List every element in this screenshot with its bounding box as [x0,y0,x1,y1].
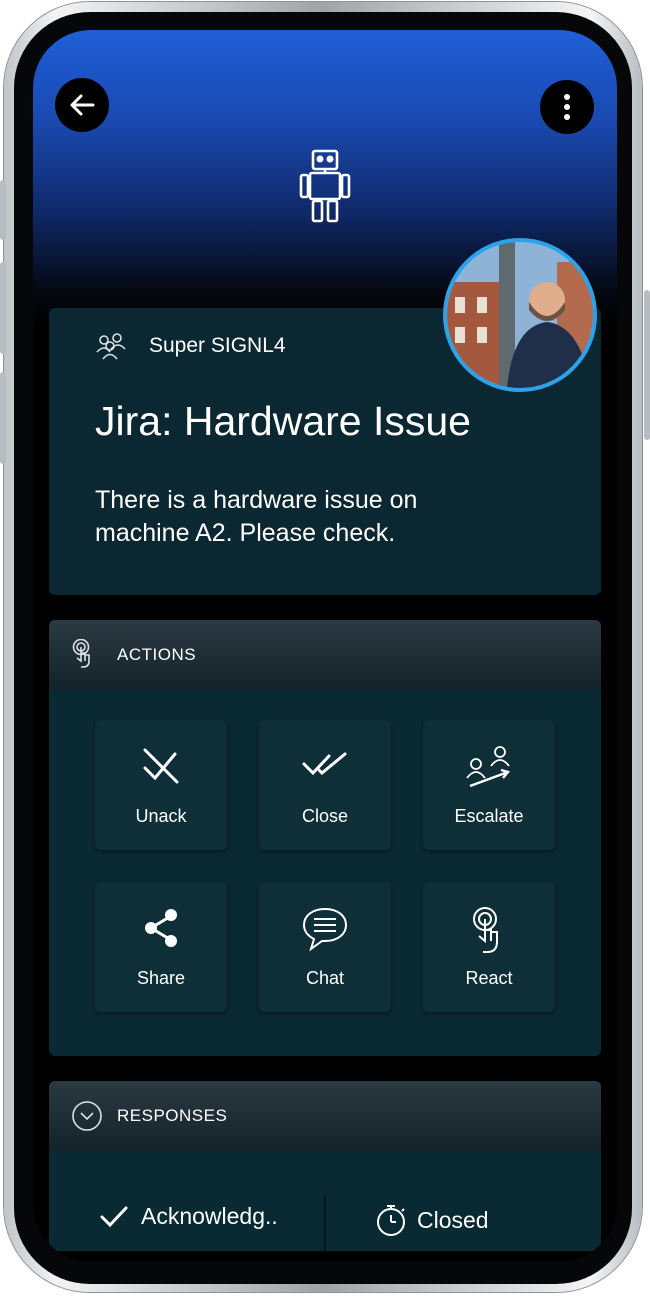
user-avatar[interactable] [443,238,597,392]
escalate-label: Escalate [454,806,524,826]
arrow-left-icon [70,94,95,116]
close-label: Close [301,806,349,826]
side-button [0,180,6,240]
check-icon [100,1206,128,1227]
response-closed-label: Closed [417,1206,489,1233]
escalate-button[interactable]: Escalate [423,720,555,850]
share-icon [145,909,177,947]
side-button [0,372,6,464]
responses-header[interactable]: RESPONSES [49,1081,601,1151]
react-button[interactable]: React [423,882,555,1012]
share-label: Share [136,968,186,988]
responses-heading: RESPONSES [117,1106,228,1125]
stopwatch-icon [377,1205,405,1236]
actions-card: ACTIONS Unack Close Escalate Share Chat … [49,620,601,1056]
double-check-icon [302,752,347,776]
responses-row: Acknowledg.. Closed [49,1193,601,1251]
responses-card: RESPONSES Acknowledg.. Closed [49,1081,601,1251]
divider [324,1195,326,1251]
team-icon [96,333,126,360]
chat-icon [302,907,348,952]
more-menu-button[interactable] [540,80,594,134]
vertical-dots-icon [564,94,570,120]
actions-header: ACTIONS [49,620,601,690]
share-button[interactable]: Share [95,882,227,1012]
alert-description: There is a hardware issue on machine A2.… [95,486,418,547]
side-button [0,262,6,354]
chat-button[interactable]: Chat [259,882,391,1012]
unack-icon [143,748,179,784]
actions-heading: ACTIONS [117,645,197,664]
unack-label: Unack [135,806,187,826]
avatar-photo [447,242,593,388]
chat-label: Chat [305,968,345,988]
response-acknowledged[interactable]: Acknowledg.. [99,1203,278,1230]
escalate-icon [466,746,511,788]
alert-title: Jira: Hardware Issue [95,398,471,444]
team-row: Super SIGNL4 [95,332,286,360]
response-closed[interactable]: Closed [375,1203,489,1237]
response-acknowledged-label: Acknowledg.. [141,1203,278,1229]
touch-icon [72,639,90,668]
back-button[interactable] [55,78,109,132]
side-button [644,290,650,440]
react-label: React [465,968,513,988]
close-button[interactable]: Close [259,720,391,850]
unack-button[interactable]: Unack [95,720,227,850]
app-screen: Super SIGNL4 Jira: Hardware Issue There … [33,30,617,1262]
touch-icon [473,907,498,953]
robot-icon [299,149,351,223]
team-name: Super SIGNL4 [149,334,286,357]
chevron-down-circle-icon [72,1101,102,1131]
